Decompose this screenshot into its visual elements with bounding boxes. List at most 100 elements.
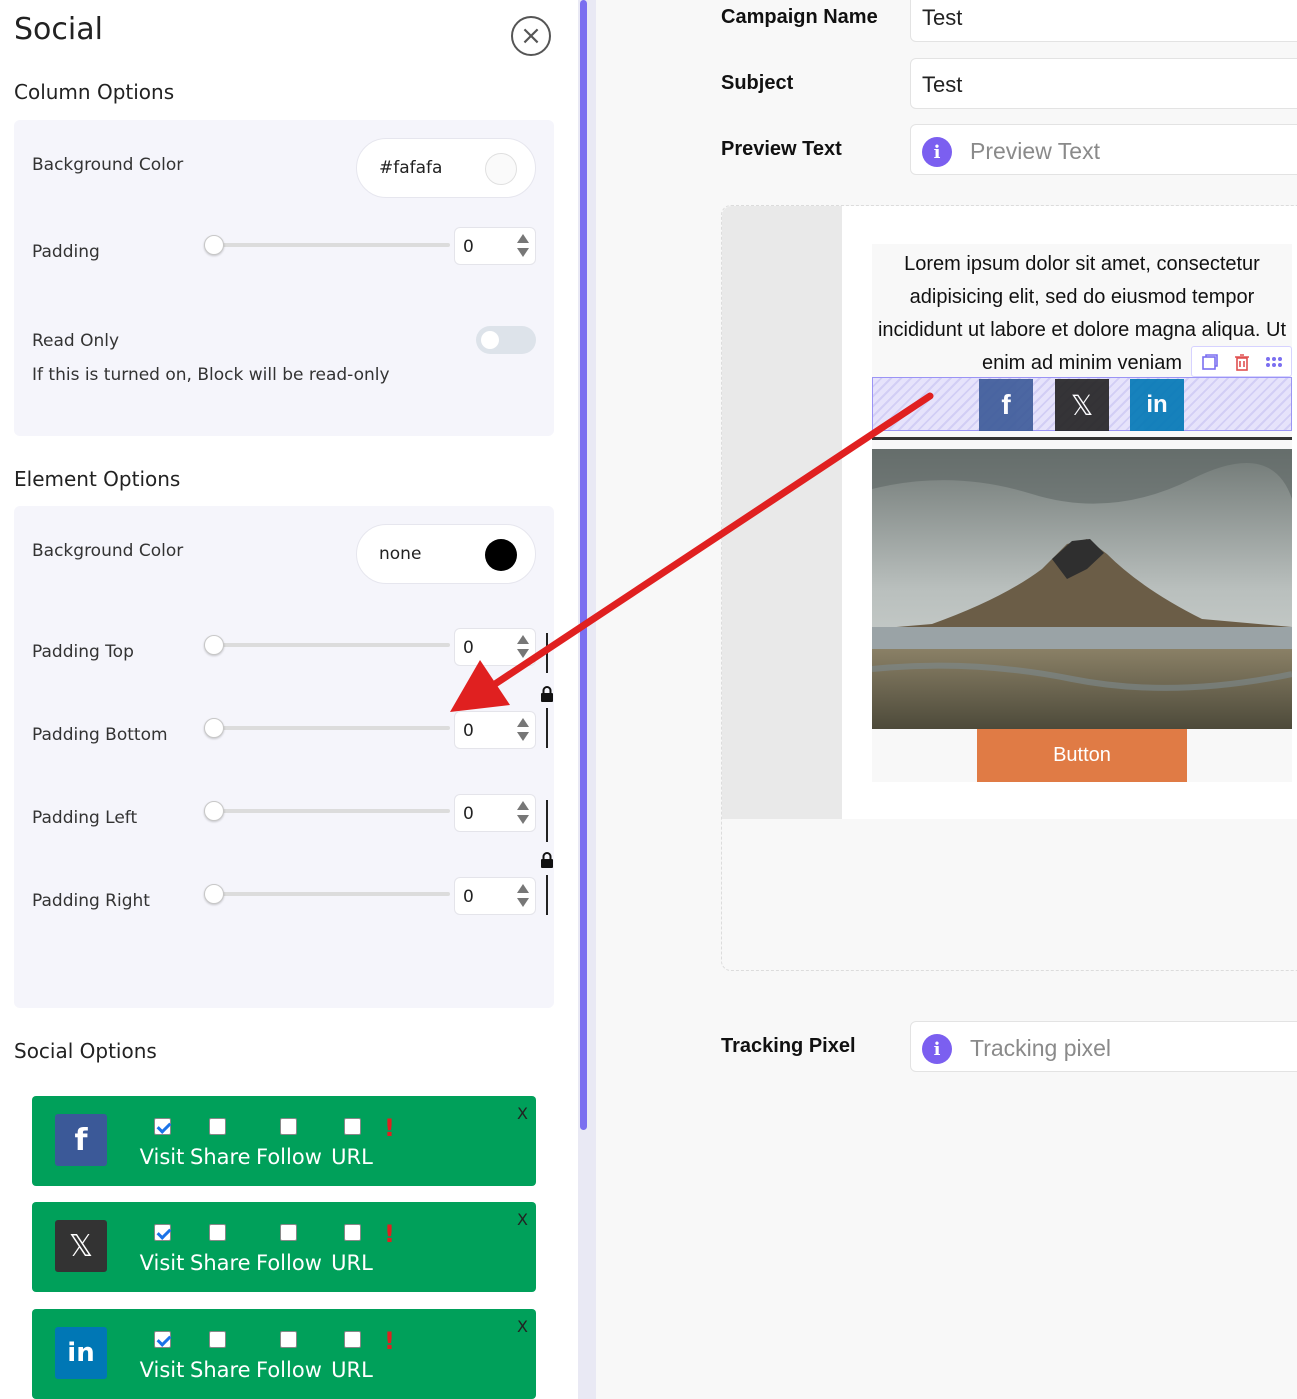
tracking-pixel-input[interactable]: i Tracking pixel [910,1021,1297,1072]
drag-handle-icon[interactable] [1264,352,1284,372]
close-icon: × [520,21,542,51]
slider-thumb[interactable] [204,884,224,904]
read-only-toggle[interactable] [476,326,536,354]
url-option: URL [330,1331,374,1382]
content-block[interactable]: Lorem ipsum dolor sit amet, consectetur … [872,244,1292,782]
social-row-facebook: f Visit Share Follow URL ! X [32,1096,536,1186]
share-checkbox[interactable] [208,1118,226,1135]
padding-right-slider[interactable] [204,884,450,904]
settings-panel: Social × Column Options Background Color… [0,0,578,1399]
lock-icon[interactable] [540,852,554,868]
warning-icon: ! [384,1327,395,1355]
campaign-name-input[interactable]: Test [910,0,1297,42]
visit-label: Visit [139,1358,185,1382]
padding-left-slider[interactable] [204,801,450,821]
scrollbar-thumb[interactable] [580,0,587,1130]
padding-top-label: Padding Top [32,642,134,662]
x-icon[interactable]: 𝕏 [1055,379,1109,431]
padding-bottom-value: 0 [463,721,474,741]
lock-icon[interactable] [540,686,554,702]
padding-bottom-slider[interactable] [204,718,450,738]
preview-text-input[interactable]: i Preview Text [910,124,1297,175]
follow-option: Follow [256,1224,322,1275]
padding-right-input[interactable]: 0 [454,877,536,915]
social-block[interactable]: f 𝕏 in [872,377,1292,431]
lock-link-line [546,800,548,842]
slider-thumb[interactable] [204,801,224,821]
share-option: Share [190,1224,251,1275]
read-only-label: Read Only [32,331,120,351]
url-checkbox[interactable] [343,1224,361,1241]
subject-input[interactable]: Test [910,58,1297,109]
element-bg-color-picker[interactable]: none [356,524,536,584]
slider-thumb[interactable] [204,635,224,655]
url-option: URL [330,1118,374,1169]
padding-bottom-input[interactable]: 0 [454,711,536,749]
padding-left-input[interactable]: 0 [454,794,536,832]
share-checkbox[interactable] [208,1331,226,1348]
padding-left-value: 0 [463,804,474,824]
duplicate-icon[interactable] [1200,352,1220,372]
element-options-card: Background Color none Padding Top 0 Padd… [14,506,554,1008]
spinner-icon[interactable] [517,234,529,260]
panel-scrollbar[interactable] [578,0,596,1399]
visit-label: Visit [139,1251,185,1275]
visit-checkbox[interactable] [153,1224,171,1241]
tracking-pixel-placeholder: Tracking pixel [970,1035,1112,1061]
remove-button[interactable]: X [517,1317,528,1336]
padding-top-slider[interactable] [204,635,450,655]
remove-button[interactable]: X [517,1210,528,1229]
column-options-card: Background Color #fafafa Padding 0 Read … [14,120,554,436]
facebook-icon[interactable]: f [979,379,1033,431]
tracking-pixel-label: Tracking Pixel [721,1035,856,1057]
editor-area: Campaign Name Test Subject Test Preview … [596,0,1297,1399]
column-options-heading: Column Options [14,80,175,104]
trash-icon[interactable] [1232,352,1252,372]
share-checkbox[interactable] [208,1224,226,1241]
read-only-help: If this is turned on, Block will be read… [32,365,390,385]
remove-button[interactable]: X [517,1104,528,1123]
slider-thumb[interactable] [204,235,224,255]
visit-checkbox[interactable] [153,1118,171,1135]
follow-label: Follow [256,1251,322,1275]
padding-left-label: Padding Left [32,808,138,828]
padding-right-value: 0 [463,887,474,907]
campaign-name-value: Test [922,5,963,30]
padding-top-value: 0 [463,638,474,658]
spinner-icon[interactable] [517,635,529,661]
x-icon: 𝕏 [55,1220,107,1272]
spinner-icon[interactable] [517,801,529,827]
subject-value: Test [922,72,963,97]
padding-right-label: Padding Right [32,891,150,911]
url-checkbox[interactable] [343,1331,361,1348]
social-row-linkedin: in Visit Share Follow URL ! X [32,1309,536,1399]
linkedin-icon[interactable]: in [1130,379,1184,431]
padding-top-input[interactable]: 0 [454,628,536,666]
follow-option: Follow [256,1331,322,1382]
app-root: Social × Column Options Background Color… [0,0,1297,1399]
close-button[interactable]: × [511,16,551,56]
visit-option: Visit [137,1331,187,1382]
social-row-x: 𝕏 Visit Share Follow URL ! X [32,1202,536,1292]
element-bg-color-value: none [379,544,422,564]
column-padding-slider[interactable] [204,235,450,255]
share-option: Share [190,1331,251,1382]
element-bg-swatch [485,539,517,571]
spinner-icon[interactable] [517,884,529,910]
mountain-image[interactable] [872,449,1292,729]
follow-checkbox[interactable] [279,1118,297,1135]
url-label: URL [331,1251,373,1275]
cta-button[interactable]: Button [977,729,1187,782]
lock-link-line [546,633,548,673]
follow-option: Follow [256,1118,322,1169]
follow-checkbox[interactable] [279,1331,297,1348]
email-canvas: Lorem ipsum dolor sit amet, consectetur … [721,205,1297,971]
visit-checkbox[interactable] [153,1331,171,1348]
follow-checkbox[interactable] [279,1224,297,1241]
spinner-icon[interactable] [517,718,529,744]
column-bg-color-picker[interactable]: #fafafa [356,138,536,198]
column-padding-input[interactable]: 0 [454,227,536,265]
share-label: Share [190,1251,251,1275]
slider-thumb[interactable] [204,718,224,738]
url-checkbox[interactable] [343,1118,361,1135]
